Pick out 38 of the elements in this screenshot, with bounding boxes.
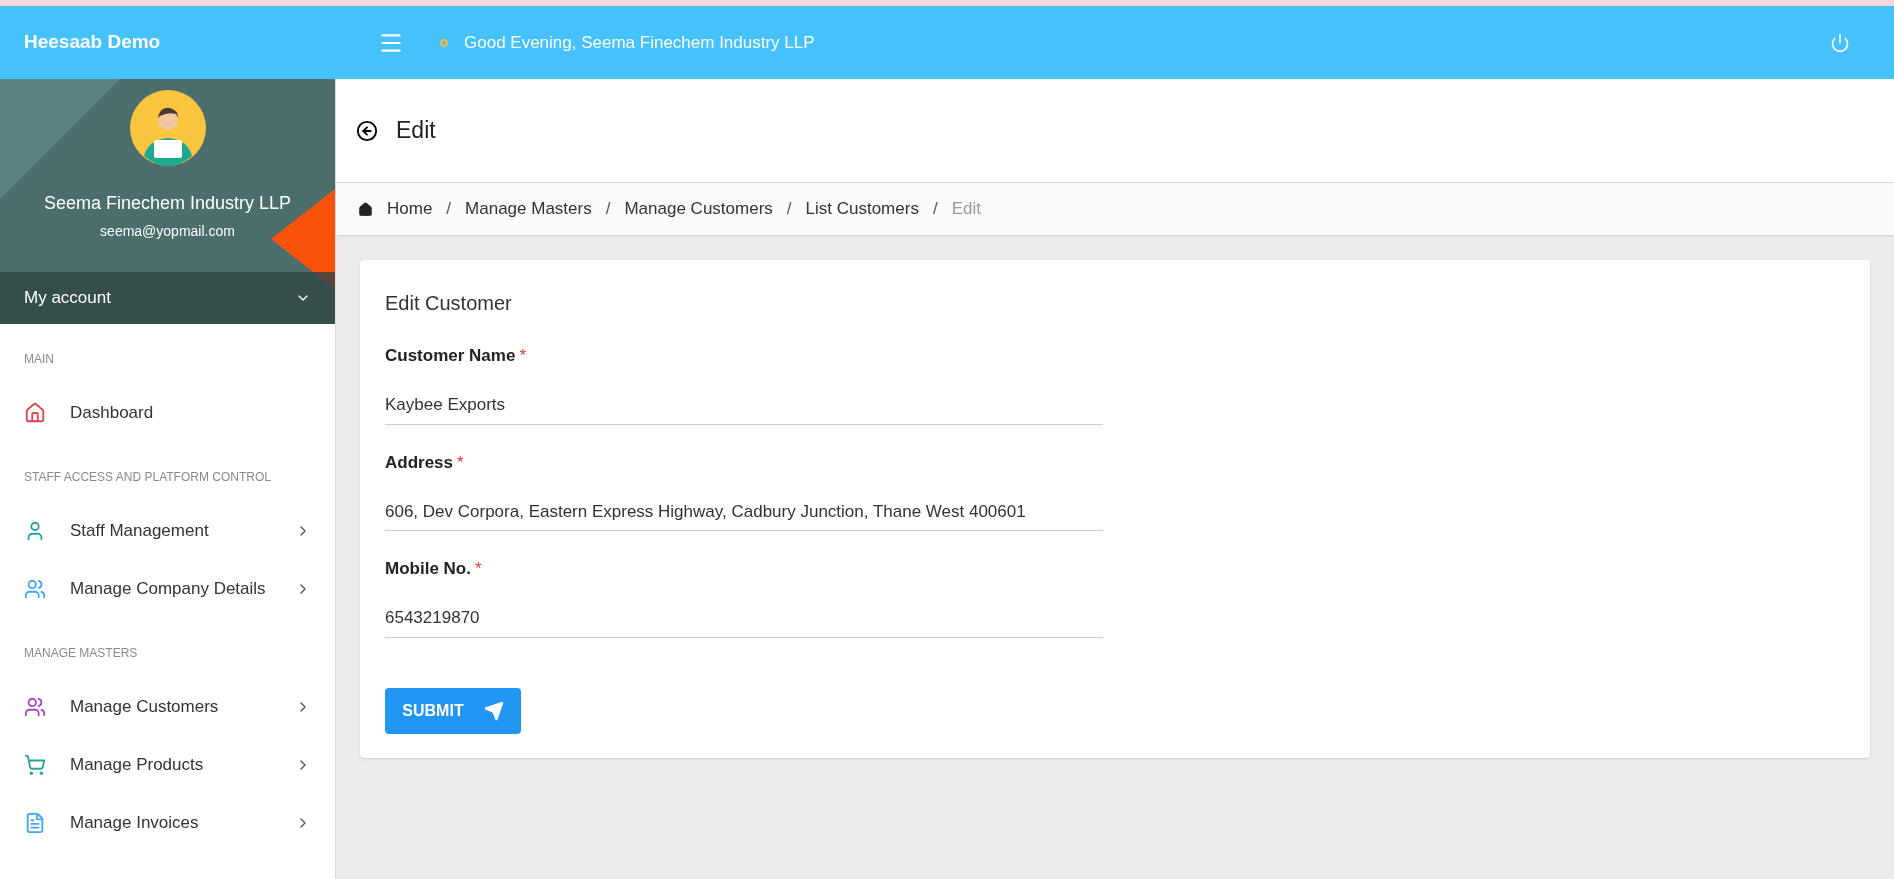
text-field[interactable]: 606, Dev Corpora, Eastern Express Highway, Cadbury Junction, Thane West 400601 — [385, 493, 1103, 531]
greeting-text: Good Evening, Seema Finechem Industry LLP — [464, 31, 815, 54]
required-mark: * — [519, 345, 526, 367]
sidebar-item[interactable]: Manage Invoices — [24, 794, 311, 852]
section-heading: MAIN — [24, 351, 55, 368]
breadcrumb-separator: / — [786, 198, 792, 221]
sidebar-item[interactable]: Manage Products — [24, 736, 311, 794]
required-mark: * — [474, 558, 482, 580]
profile-name: Seema Finechem Industry LLP — [43, 192, 292, 215]
section-heading: MANAGE MASTERS — [24, 645, 139, 662]
power-button[interactable] — [1830, 32, 1850, 53]
sidebar-item[interactable]: Dashboard — [24, 384, 311, 442]
sidebar-item[interactable]: Staff Management — [24, 502, 311, 560]
paper-plane-icon — [483, 700, 504, 721]
breadcrumb-link[interactable]: Manage Customers — [624, 196, 773, 222]
text-field[interactable]: 6543219870 — [385, 599, 1103, 638]
house-icon — [358, 201, 373, 217]
breadcrumb-separator: / — [932, 198, 938, 221]
form-title: Edit Customer — [385, 291, 513, 316]
sidebar-item[interactable]: Manage Customers — [24, 678, 311, 736]
brand-name: Heesaab Demo — [24, 30, 161, 55]
sidebar-item[interactable]: Manage Company Details — [24, 560, 311, 618]
my-account-toggle[interactable]: My account — [0, 272, 335, 324]
required-mark: * — [457, 451, 464, 474]
avatar-icon — [129, 90, 206, 166]
breadcrumb-link[interactable]: Manage Masters — [465, 196, 592, 222]
back-button[interactable] — [356, 119, 378, 142]
breadcrumb-link[interactable]: List Customers — [805, 196, 919, 222]
section-heading: STAFF ACCESS AND PLATFORM CONTROL — [24, 469, 272, 486]
text-field[interactable]: Kaybee Exports — [385, 386, 1103, 425]
page-title: Edit — [396, 116, 436, 146]
field-label: Mobile No. — [385, 558, 471, 580]
field-label: Customer Name — [385, 345, 516, 367]
field-label: Address — [385, 451, 454, 474]
profile-email: seema@yopmail.com — [100, 222, 235, 241]
breadcrumb-separator: / — [446, 198, 452, 221]
breadcrumb-separator: / — [605, 198, 611, 221]
breadcrumb-link[interactable]: Home — [387, 196, 433, 222]
